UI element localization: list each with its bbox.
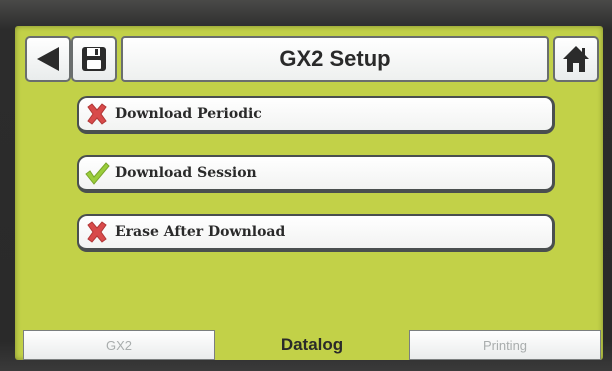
red-x-icon <box>83 100 111 128</box>
save-button[interactable] <box>71 36 117 82</box>
back-arrow-icon <box>37 47 59 71</box>
floppy-disk-icon <box>82 47 106 71</box>
tab-gx2[interactable]: GX2 <box>23 330 215 360</box>
home-icon <box>563 46 589 72</box>
green-check-icon <box>83 159 111 187</box>
option-label: Download Periodic <box>115 106 262 122</box>
red-x-icon <box>83 218 111 246</box>
download-periodic-toggle[interactable]: Download Periodic <box>77 96 555 134</box>
page-title: GX2 Setup <box>121 36 549 82</box>
option-label: Download Session <box>115 165 257 181</box>
back-button[interactable] <box>25 36 71 82</box>
header-bar: GX2 Setup <box>25 36 599 84</box>
erase-after-download-toggle[interactable]: Erase After Download <box>77 214 555 252</box>
download-session-toggle[interactable]: Download Session <box>77 155 555 193</box>
option-label: Erase After Download <box>115 224 286 240</box>
tab-bar: GX2 Datalog Printing <box>23 330 601 360</box>
tab-datalog[interactable]: Datalog <box>215 330 409 360</box>
touch-screen: GX2 Setup Download Periodic Download Ses… <box>15 26 603 360</box>
home-button[interactable] <box>553 36 599 82</box>
tab-printing[interactable]: Printing <box>409 330 601 360</box>
